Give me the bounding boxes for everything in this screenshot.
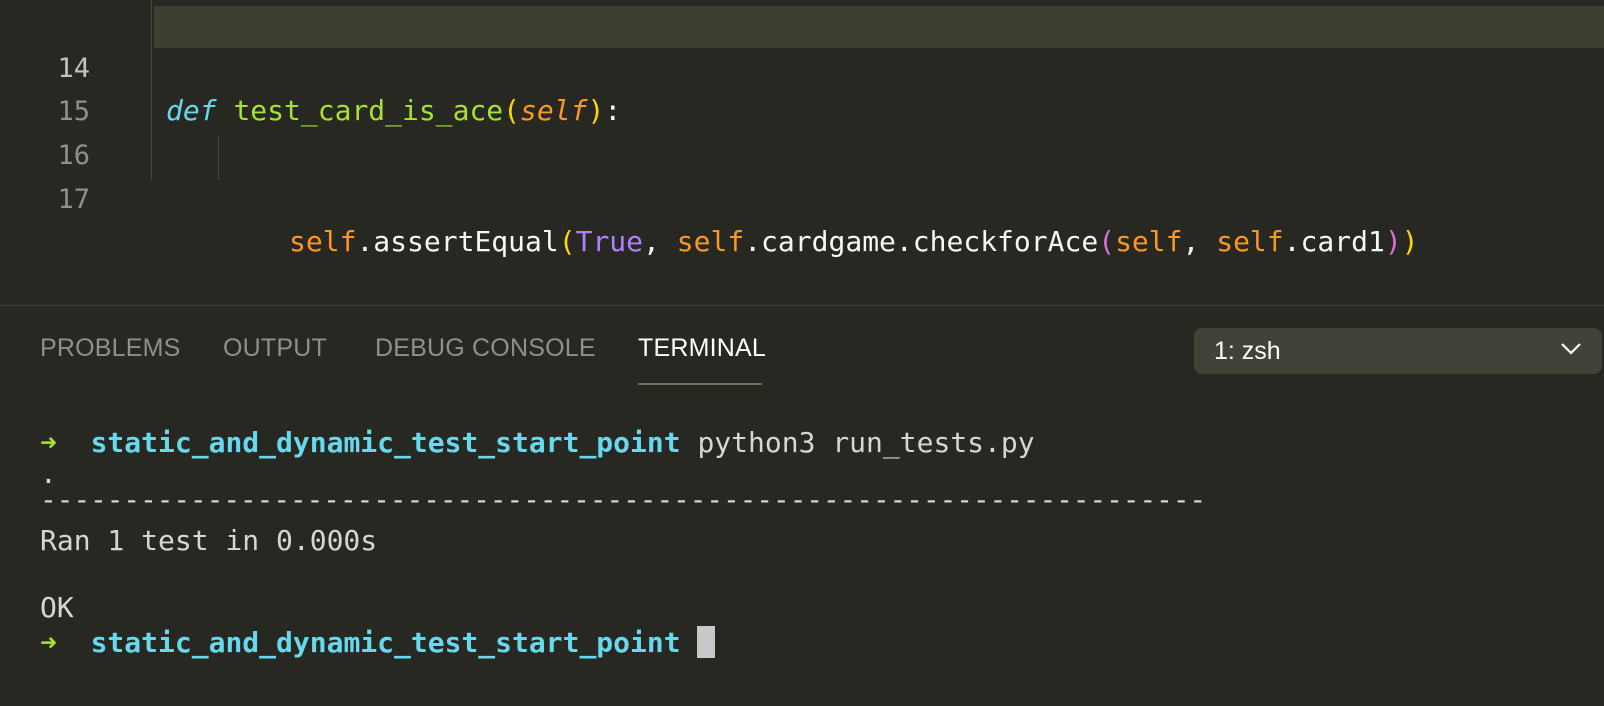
chevron-down-icon (1561, 343, 1581, 355)
tab-debug-console[interactable]: DEBUG CONSOLE (375, 334, 596, 363)
code-token: , (643, 225, 677, 258)
tab-output[interactable]: OUTPUT (223, 334, 327, 363)
code-line-15[interactable]: 15 (0, 49, 1604, 127)
terminal-output[interactable]: ➜ static_and_dynamic_test_start_point py… (0, 396, 1604, 706)
terminal-line-command: ➜ static_and_dynamic_test_start_point py… (40, 423, 1035, 463)
terminal-line-prompt: ➜ static_and_dynamic_test_start_point (40, 623, 716, 663)
bracket: ) (1401, 225, 1419, 258)
code-line-17[interactable]: 17 self.assertEqual(True, self.cardgame.… (0, 137, 1604, 258)
prompt-directory: static_and_dynamic_test_start_point (90, 426, 681, 459)
active-tab-indicator (638, 383, 762, 385)
terminal-cursor (697, 626, 716, 658)
prompt-directory: static_and_dynamic_test_start_point (90, 626, 681, 659)
bracket: ( (558, 225, 576, 258)
bracket: ( (1098, 225, 1116, 258)
code-line-16[interactable]: 16 (0, 93, 1604, 171)
self-token: self (289, 225, 357, 258)
terminal-separator: ----------------------------------------… (40, 483, 1207, 516)
self-token: self (1216, 225, 1284, 258)
code-token: .cardgame.checkforAce (744, 225, 1099, 258)
code-editor[interactable]: 14 def test_card_is_ace(self): 15 16 17 … (0, 0, 1604, 306)
terminal-select[interactable]: 1: zsh (1194, 328, 1602, 374)
terminal-command: python3 run_tests.py (697, 426, 1035, 459)
terminal-line-ran: Ran 1 test in 0.000s (40, 524, 378, 557)
tab-problems[interactable]: PROBLEMS (40, 334, 181, 363)
constant-true: True (575, 225, 644, 258)
code-token: .card1 (1283, 225, 1385, 258)
tab-terminal[interactable]: TERMINAL (638, 334, 766, 363)
bracket: ) (1384, 225, 1402, 258)
self-token: self (1115, 225, 1183, 258)
line-number: 17 (57, 184, 90, 215)
code-text: self.assertEqual(True, self.cardgame.che… (289, 221, 1419, 263)
terminal-line-ok: OK (40, 591, 74, 624)
code-token: , (1182, 225, 1217, 258)
prompt-arrow-icon: ➜ (40, 626, 57, 659)
code-line-14[interactable]: 14 def test_card_is_ace(self): (0, 6, 1604, 127)
terminal-select-value: 1: zsh (1214, 337, 1281, 365)
self-token: self (676, 225, 745, 258)
code-token: .assertEqual (356, 225, 559, 258)
